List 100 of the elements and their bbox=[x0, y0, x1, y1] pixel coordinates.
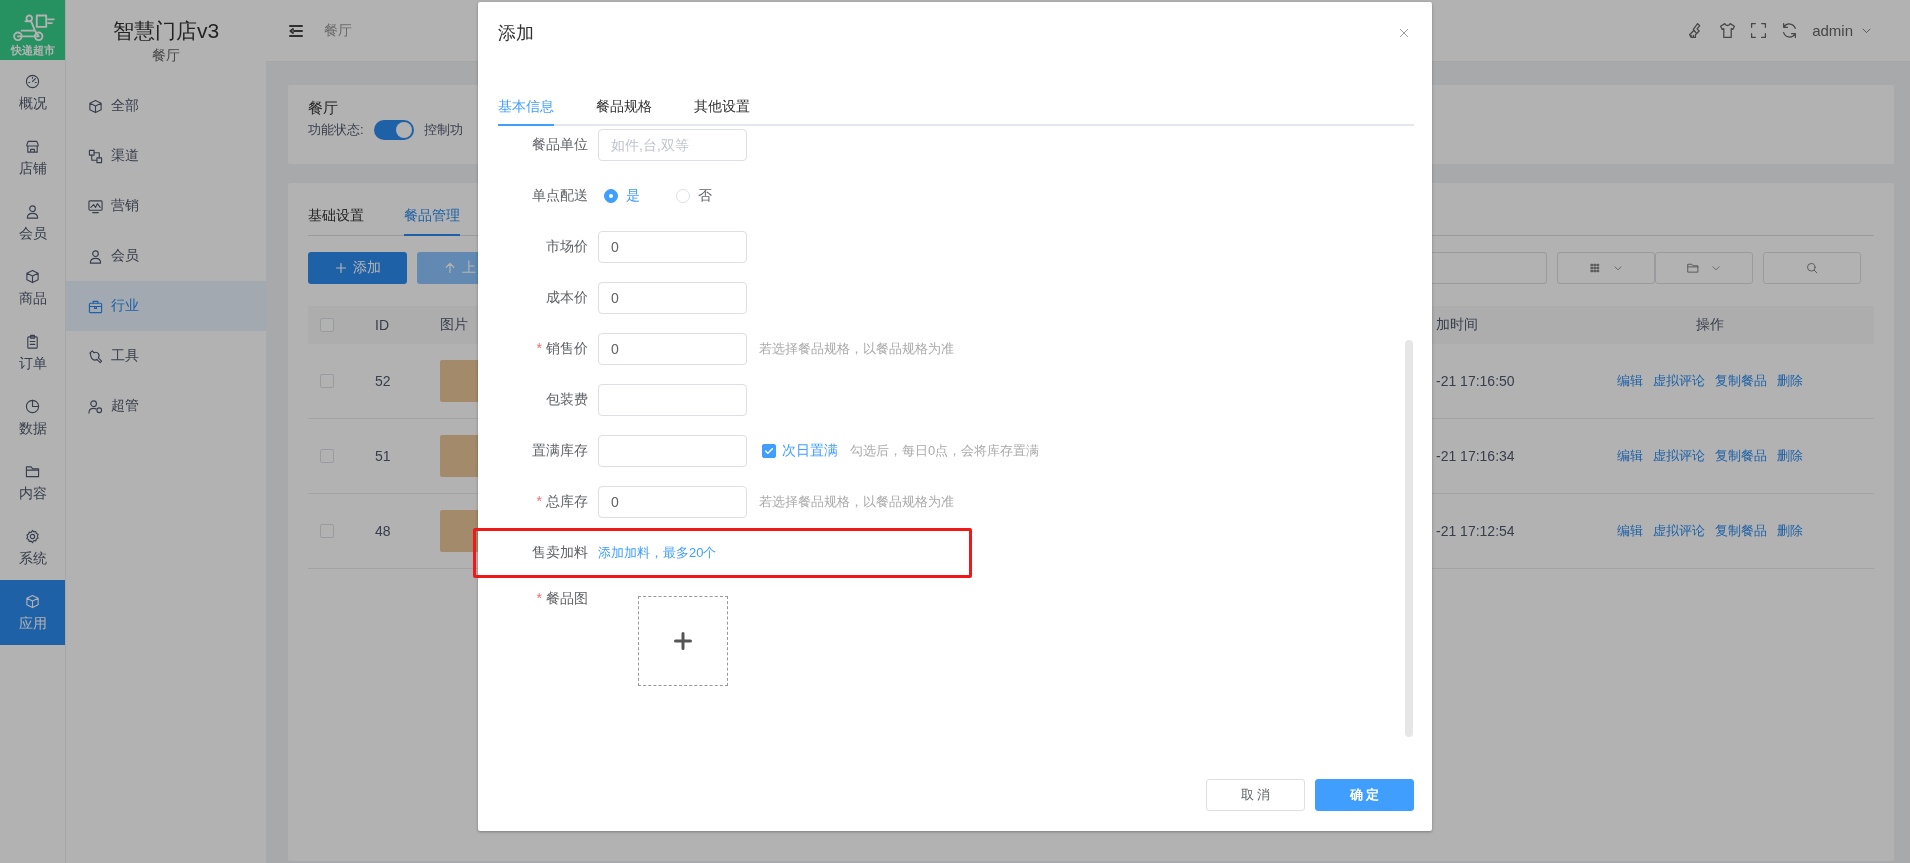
toggle-switch[interactable] bbox=[373, 120, 414, 140]
radio-button[interactable] bbox=[604, 189, 618, 203]
briefcase-icon bbox=[88, 298, 103, 314]
rail-item[interactable]: 应用 bbox=[0, 580, 65, 645]
caret-icon bbox=[1711, 263, 1721, 273]
cancel-button[interactable]: 取 消 bbox=[1206, 779, 1305, 811]
search-icon bbox=[1806, 262, 1818, 274]
action-link[interactable]: 复制餐品 bbox=[1715, 447, 1767, 465]
hint-text: 若选择餐品规格，以餐品规格为准 bbox=[759, 340, 954, 358]
gear-icon bbox=[25, 529, 40, 544]
tab[interactable]: 其他设置 bbox=[694, 88, 750, 124]
table-cell: -21 17:12:54 bbox=[1436, 523, 1515, 539]
close-icon[interactable] bbox=[1398, 27, 1410, 39]
rail-item[interactable]: 概况 bbox=[0, 60, 65, 125]
check-icon bbox=[763, 445, 775, 457]
table-cell: -21 17:16:34 bbox=[1436, 448, 1515, 464]
rail-item[interactable]: 会员 bbox=[0, 190, 65, 255]
menu-icon[interactable] bbox=[288, 22, 304, 39]
input-field[interactable]: 0 bbox=[598, 333, 747, 365]
tab[interactable]: 餐品管理 bbox=[404, 207, 460, 236]
action-link[interactable]: 删除 bbox=[1777, 447, 1803, 465]
cube-icon bbox=[25, 594, 40, 609]
action-link[interactable]: 虚拟评论 bbox=[1653, 447, 1705, 465]
action-link[interactable]: 删除 bbox=[1777, 522, 1803, 540]
user-menu[interactable]: admin bbox=[1812, 22, 1872, 39]
rail-item[interactable]: 系统 bbox=[0, 515, 65, 580]
rail-item[interactable]: 店铺 bbox=[0, 125, 65, 190]
field-label: 售卖加料 bbox=[532, 544, 588, 560]
rail-item[interactable]: 商品 bbox=[0, 255, 65, 320]
search-button[interactable] bbox=[1763, 252, 1861, 284]
sidebar-item[interactable]: 全部 bbox=[66, 81, 266, 131]
radio-label[interactable]: 否 bbox=[698, 187, 712, 205]
column-header: ID bbox=[375, 317, 389, 333]
up-arrow-icon bbox=[444, 262, 456, 274]
checkbox[interactable] bbox=[762, 444, 776, 458]
breadcrumb[interactable]: 餐厅 bbox=[324, 21, 352, 40]
input-field[interactable]: 如件,台,双等 bbox=[598, 129, 747, 161]
rail-item[interactable]: 内容 bbox=[0, 450, 65, 515]
column-header: 加时间 bbox=[1436, 316, 1478, 334]
field-label: * 餐品图 bbox=[536, 590, 588, 606]
caret-icon bbox=[1613, 263, 1623, 273]
view-dropdown[interactable] bbox=[1557, 252, 1655, 284]
pie-chart-icon bbox=[25, 399, 40, 414]
field-label: 单点配送 bbox=[532, 187, 588, 203]
folder-dropdown[interactable] bbox=[1655, 252, 1753, 284]
action-link[interactable]: 虚拟评论 bbox=[1653, 372, 1705, 390]
action-link[interactable]: 编辑 bbox=[1617, 522, 1643, 540]
rail-item[interactable]: 数据 bbox=[0, 385, 65, 450]
action-link[interactable]: 复制餐品 bbox=[1715, 522, 1767, 540]
action-link[interactable]: 编辑 bbox=[1617, 372, 1643, 390]
add-button[interactable]: 添加 bbox=[308, 252, 407, 284]
field-label: 餐品单位 bbox=[532, 136, 588, 152]
hint-text: 若选择餐品规格，以餐品规格为准 bbox=[759, 493, 954, 511]
folder-icon bbox=[25, 464, 40, 479]
checkbox-label[interactable]: 次日置满 bbox=[782, 442, 838, 460]
column-header: 图片 bbox=[440, 316, 468, 334]
action-link[interactable]: 复制餐品 bbox=[1715, 372, 1767, 390]
field-label: * 销售价 bbox=[536, 340, 588, 356]
action-link[interactable]: 编辑 bbox=[1617, 447, 1643, 465]
tab[interactable]: 基本信息 bbox=[498, 88, 554, 126]
sidebar-item[interactable]: 行业 bbox=[66, 281, 266, 331]
folder-icon bbox=[1687, 262, 1699, 274]
rail-item[interactable]: 订单 bbox=[0, 320, 65, 385]
field-label: * 总库存 bbox=[536, 493, 588, 509]
refresh-icon[interactable] bbox=[1781, 22, 1799, 39]
gauge-icon bbox=[25, 74, 40, 89]
input-field[interactable]: 0 bbox=[598, 231, 747, 263]
input-field[interactable] bbox=[598, 435, 747, 467]
wrench-icon bbox=[88, 348, 103, 364]
tab[interactable]: 餐品规格 bbox=[596, 88, 652, 124]
field-label: 市场价 bbox=[546, 238, 588, 254]
input-field[interactable]: 0 bbox=[598, 282, 747, 314]
column-header: 操作 bbox=[1696, 316, 1724, 334]
image-upload[interactable] bbox=[638, 596, 728, 686]
sidebar-item[interactable]: 工具 bbox=[66, 331, 266, 381]
dialog-title: 添加 bbox=[498, 22, 534, 45]
fullscreen-icon[interactable] bbox=[1750, 22, 1768, 39]
tab[interactable]: 基础设置 bbox=[308, 207, 364, 235]
radio-label[interactable]: 是 bbox=[626, 187, 640, 205]
nodes-icon bbox=[88, 148, 103, 164]
action-link[interactable]: 删除 bbox=[1777, 372, 1803, 390]
logo-text: 快递超市 bbox=[10, 43, 55, 58]
field-label: 包装费 bbox=[546, 391, 588, 407]
field-label: 成本价 bbox=[546, 289, 588, 305]
sidebar-item[interactable]: 超管 bbox=[66, 381, 266, 431]
shirt-icon[interactable] bbox=[1719, 22, 1737, 39]
scrollbar[interactable] bbox=[1405, 340, 1413, 737]
plus-icon bbox=[673, 631, 693, 651]
status-description: 控制功 bbox=[423, 121, 463, 139]
input-field[interactable]: 0 bbox=[598, 486, 747, 518]
input-field[interactable] bbox=[598, 384, 747, 416]
action-link[interactable]: 虚拟评论 bbox=[1653, 522, 1705, 540]
chart-icon bbox=[88, 198, 103, 214]
sidebar-item[interactable]: 会员 bbox=[66, 231, 266, 281]
sidebar-item[interactable]: 营销 bbox=[66, 181, 266, 231]
add-topping-link[interactable]: 添加加料，最多20个 bbox=[598, 544, 717, 562]
grid-icon bbox=[1589, 262, 1601, 274]
confirm-button[interactable]: 确 定 bbox=[1315, 779, 1414, 811]
card-title: 餐厅 bbox=[308, 98, 338, 118]
sidebar-item[interactable]: 渠道 bbox=[66, 131, 266, 181]
